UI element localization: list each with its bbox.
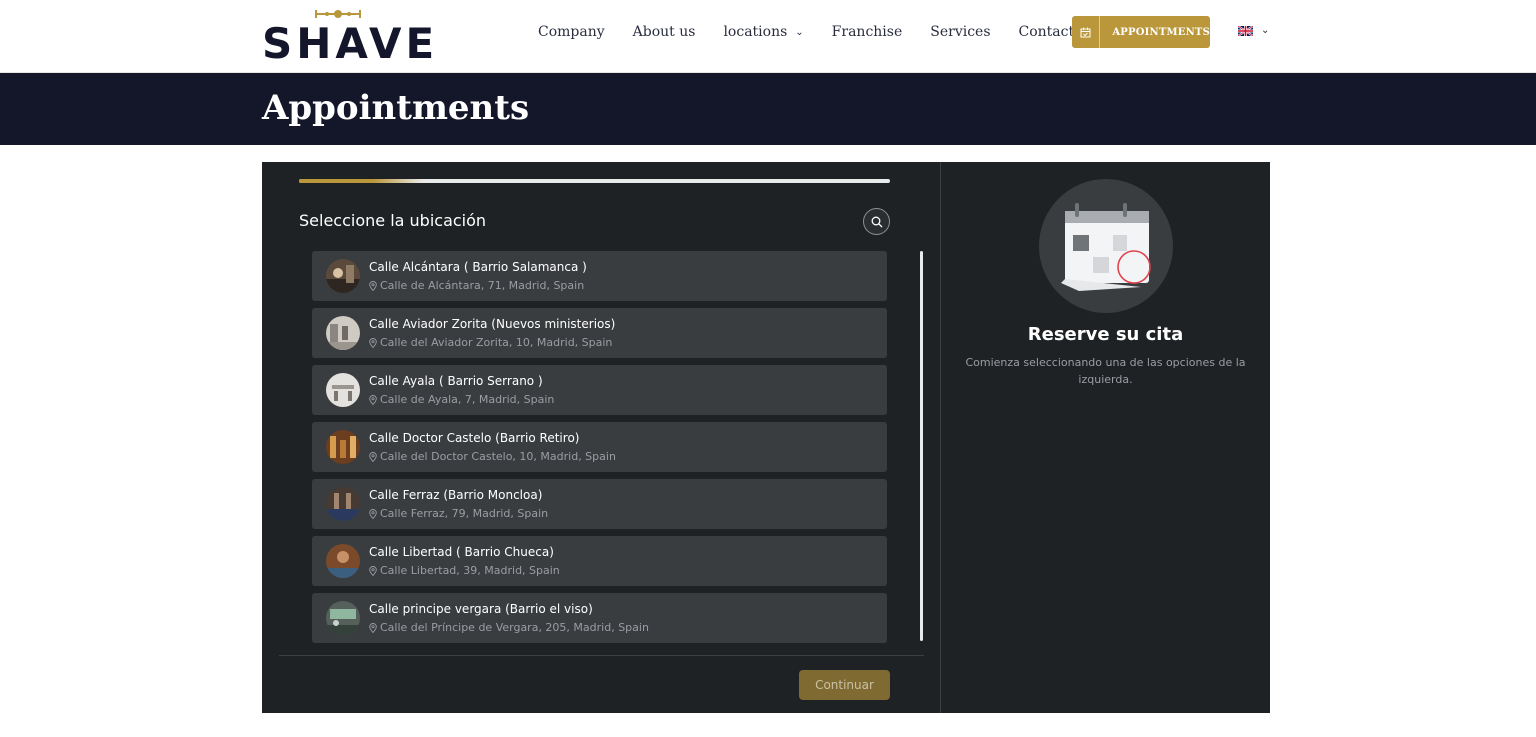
- search-button[interactable]: [863, 208, 890, 235]
- site-header: SHAVE Company About us locations ⌄ Franch…: [0, 0, 1536, 73]
- location-address: Calle Libertad, 39, Madrid, Spain: [369, 564, 560, 577]
- location-address-text: Calle del Príncipe de Vergara, 205, Madr…: [380, 621, 649, 634]
- location-address: Calle del Aviador Zorita, 10, Madrid, Sp…: [369, 336, 612, 349]
- nav-company[interactable]: Company: [538, 24, 605, 40]
- uk-flag-icon: [1238, 25, 1253, 36]
- nav-services[interactable]: Services: [930, 24, 990, 40]
- nav-label: Company: [538, 24, 605, 40]
- location-address: Calle de Alcántara, 71, Madrid, Spain: [369, 279, 584, 292]
- location-item[interactable]: Calle Alcántara ( Barrio Salamanca ) Cal…: [312, 251, 887, 301]
- appointments-button-label: APPOINTMENTS: [1112, 26, 1210, 38]
- nav-label: Franchise: [831, 24, 903, 40]
- chevron-down-icon: ⌄: [1261, 25, 1270, 36]
- continue-button[interactable]: Continuar: [799, 670, 890, 700]
- main-nav: Company About us locations ⌄ Franchise Se…: [538, 22, 1123, 42]
- nav-label: Services: [930, 24, 991, 40]
- location-address-text: Calle del Doctor Castelo, 10, Madrid, Sp…: [380, 450, 616, 463]
- location-thumbnail: [326, 601, 360, 635]
- location-address: Calle de Ayala, 7, Madrid, Spain: [369, 393, 554, 406]
- location-list-scrollbar[interactable]: [920, 251, 923, 641]
- nav-label: locations: [723, 24, 788, 40]
- location-name: Calle Ayala ( Barrio Serrano ): [369, 374, 543, 388]
- location-item[interactable]: Calle Libertad ( Barrio Chueca) Calle Li…: [312, 536, 887, 586]
- location-thumbnail: [326, 430, 360, 464]
- map-pin-icon: [369, 394, 377, 405]
- location-address-text: Calle de Alcántara, 71, Madrid, Spain: [380, 279, 585, 292]
- page-title-band: Appointments: [0, 73, 1536, 145]
- location-item[interactable]: Calle principe vergara (Barrio el viso) …: [312, 593, 887, 643]
- summary-title: Reserve su cita: [1027, 324, 1184, 345]
- calendar-illustration-icon: [1039, 179, 1173, 313]
- calendar-icon: [1072, 16, 1101, 48]
- search-icon: [871, 216, 882, 227]
- location-name: Calle Doctor Castelo (Barrio Retiro): [369, 431, 580, 445]
- location-name: Calle Aviador Zorita (Nuevos ministerios…: [369, 317, 616, 331]
- location-thumbnail: [326, 487, 360, 521]
- summary-text: Comienza seleccionando una de las opcion…: [965, 356, 1246, 386]
- step-title: Seleccione la ubicación: [299, 211, 487, 230]
- summary-pane: Reserve su cita Comienza seleccionando u…: [941, 162, 1270, 713]
- nav-locations[interactable]: locations ⌄: [723, 24, 803, 40]
- nav-label: About us: [632, 24, 696, 40]
- location-list: Calle Alcántara ( Barrio Salamanca ) Cal…: [312, 251, 888, 650]
- map-pin-icon: [369, 622, 377, 633]
- location-step-pane: Seleccione la ubicación Calle Alcántara …: [262, 162, 940, 713]
- shave-logo[interactable]: SHAVE: [262, 8, 434, 65]
- location-address-text: Calle del Aviador Zorita, 10, Madrid, Sp…: [380, 336, 613, 349]
- location-address-text: Calle de Ayala, 7, Madrid, Spain: [380, 393, 555, 406]
- location-thumbnail: [326, 544, 360, 578]
- location-address: Calle del Doctor Castelo, 10, Madrid, Sp…: [369, 450, 616, 463]
- location-item[interactable]: Calle Aviador Zorita (Nuevos ministerios…: [312, 308, 887, 358]
- map-pin-icon: [369, 451, 377, 462]
- location-address: Calle del Príncipe de Vergara, 205, Madr…: [369, 621, 649, 634]
- location-name: Calle principe vergara (Barrio el viso): [369, 602, 593, 616]
- location-name: Calle Alcántara ( Barrio Salamanca ): [369, 260, 587, 274]
- page-title: Appointments: [262, 88, 530, 128]
- booking-widget: Seleccione la ubicación Calle Alcántara …: [262, 162, 1270, 713]
- location-address-text: Calle Ferraz, 79, Madrid, Spain: [380, 507, 549, 520]
- location-item[interactable]: Calle Ferraz (Barrio Moncloa) Calle Ferr…: [312, 479, 887, 529]
- nav-about-us[interactable]: About us: [633, 24, 696, 40]
- map-pin-icon: [369, 280, 377, 291]
- chevron-down-icon: ⌄: [795, 26, 804, 38]
- location-item[interactable]: Calle Doctor Castelo (Barrio Retiro) Cal…: [312, 422, 887, 472]
- location-name: Calle Libertad ( Barrio Chueca): [369, 545, 554, 559]
- map-pin-icon: [369, 337, 377, 348]
- logo-text: SHAVE: [262, 19, 439, 68]
- map-pin-icon: [369, 565, 377, 576]
- location-address: Calle Ferraz, 79, Madrid, Spain: [369, 507, 548, 520]
- booking-progress-bar: [299, 179, 890, 183]
- map-pin-icon: [369, 508, 377, 519]
- appointments-button[interactable]: APPOINTMENTS: [1072, 16, 1210, 48]
- footer-divider: [279, 655, 924, 656]
- location-thumbnail: [326, 316, 360, 350]
- location-thumbnail: [326, 259, 360, 293]
- booking-progress-fill: [299, 179, 424, 183]
- language-selector[interactable]: ⌄: [1238, 25, 1269, 36]
- location-address-text: Calle Libertad, 39, Madrid, Spain: [380, 564, 560, 577]
- location-thumbnail: [326, 373, 360, 407]
- location-item[interactable]: Calle Ayala ( Barrio Serrano ) Calle de …: [312, 365, 887, 415]
- nav-franchise[interactable]: Franchise: [832, 24, 903, 40]
- location-name: Calle Ferraz (Barrio Moncloa): [369, 488, 543, 502]
